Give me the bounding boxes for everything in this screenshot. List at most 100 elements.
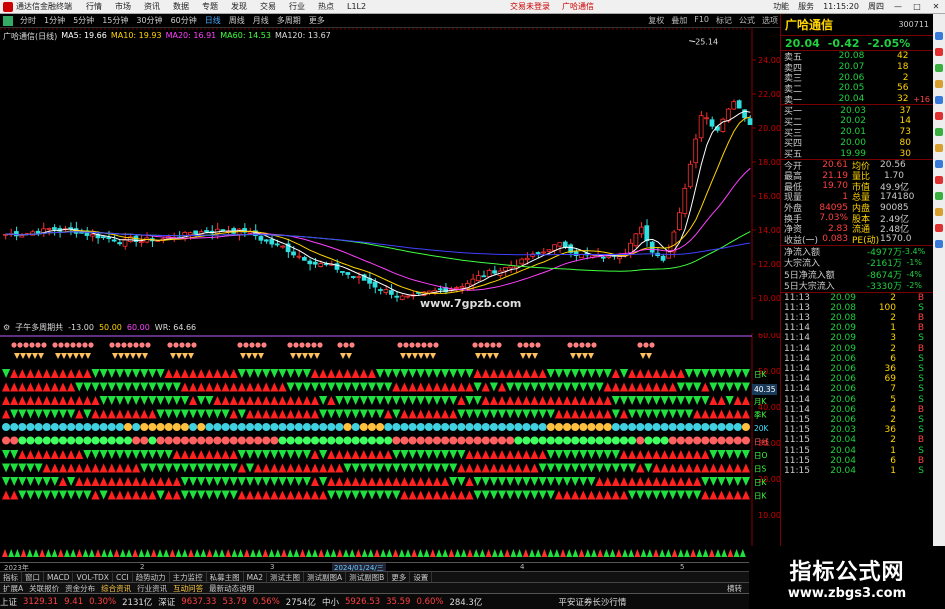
period-tab[interactable]: 5分钟	[69, 15, 98, 26]
ask-price[interactable]: 20.07	[825, 62, 865, 72]
period-tab[interactable]: 月线	[249, 15, 273, 26]
tool-button[interactable]: 叠加	[671, 15, 687, 26]
menu-item[interactable]: L1L2	[347, 2, 366, 11]
side-tool-icon[interactable]	[935, 192, 943, 200]
period-tab[interactable]: 分时	[16, 15, 40, 26]
side-tool-icon[interactable]	[935, 160, 943, 168]
gear-icon[interactable]: ⚙	[3, 323, 10, 332]
tab[interactable]: MACD	[44, 572, 74, 582]
side-tool-icon[interactable]	[935, 80, 943, 88]
ask-price[interactable]: 20.05	[825, 83, 865, 93]
tab[interactable]: 设置	[410, 572, 433, 582]
indicator-name[interactable]: 子午多周期共	[15, 322, 63, 333]
side-tool-icon[interactable]	[935, 208, 943, 216]
indicator-mark	[571, 423, 580, 431]
tab[interactable]: 测试主图	[267, 572, 305, 582]
side-tool-icon[interactable]	[935, 48, 943, 56]
tool-button[interactable]: 选项	[762, 15, 778, 26]
layout-toggle[interactable]: 横转	[724, 583, 745, 593]
tab[interactable]: 趋势动力	[133, 572, 170, 582]
menu-item[interactable]: 数据	[173, 2, 189, 11]
minimize-icon[interactable]: —	[893, 2, 903, 11]
tab[interactable]: 测试副图A	[304, 572, 347, 582]
period-tab[interactable]: 周线	[225, 15, 249, 26]
tab[interactable]: 指标	[0, 572, 22, 582]
period-tab[interactable]: 60分钟	[167, 15, 201, 26]
tab[interactable]: 资金分布	[62, 583, 98, 593]
bid-price[interactable]: 20.01	[826, 127, 866, 137]
tab[interactable]: 扩展A	[0, 583, 26, 593]
back-icon[interactable]	[3, 15, 13, 26]
tab[interactable]: 关联报价	[26, 583, 62, 593]
index-name[interactable]: 中小	[322, 596, 339, 608]
service-menu[interactable]: 服务	[798, 1, 814, 12]
bid-price[interactable]: 20.02	[826, 116, 866, 126]
stock-name[interactable]: 广哈通信	[785, 16, 833, 33]
side-tool-icon[interactable]	[935, 32, 943, 40]
tab[interactable]: 更多	[388, 572, 411, 582]
menu-item[interactable]: 发现	[231, 2, 247, 11]
bid-price[interactable]: 20.03	[826, 106, 866, 116]
tab[interactable]: 最新动态说明	[206, 583, 257, 593]
side-tool-icon[interactable]	[935, 64, 943, 72]
tab[interactable]: 测试副图B	[346, 572, 389, 582]
tool-button[interactable]: 复权	[648, 15, 664, 26]
bid-price[interactable]: 20.00	[826, 138, 866, 148]
tab[interactable]: VOL-TDX	[73, 572, 113, 582]
index-amount: 2131亿	[122, 597, 153, 608]
tab[interactable]: 主力监控	[170, 572, 207, 582]
period-tab[interactable]: 30分钟	[132, 15, 166, 26]
indicator-mark	[310, 436, 320, 445]
tab[interactable]: 私募主图	[207, 572, 244, 582]
index-name[interactable]: 上证	[0, 596, 17, 608]
ask-price[interactable]: 20.08	[825, 51, 865, 61]
tick-price: 20.06	[830, 374, 856, 385]
tab[interactable]: CCI	[113, 572, 133, 582]
ask-price[interactable]: 20.04	[825, 94, 865, 104]
function-menu[interactable]: 功能	[773, 1, 789, 12]
indicator-mark	[432, 423, 442, 431]
tool-button[interactable]: F10	[694, 15, 709, 26]
indicator-chart[interactable]: 60.0050.0040.0030.0020.0010.00日K周K月K季K20…	[0, 333, 780, 563]
maximize-icon[interactable]: □	[912, 2, 922, 11]
tab[interactable]: 互动问答	[170, 583, 206, 593]
index-name[interactable]: 深证	[158, 596, 175, 608]
menu-item[interactable]: 交易	[260, 2, 276, 11]
menu-item[interactable]: 行业	[289, 2, 305, 11]
period-tab-active[interactable]: 日线	[201, 15, 225, 26]
menu-item[interactable]: 资讯	[144, 2, 160, 11]
menu-item[interactable]: 专题	[202, 2, 218, 11]
side-tool-icon[interactable]	[935, 96, 943, 104]
ask-price[interactable]: 20.06	[825, 73, 865, 83]
side-tool-icon[interactable]	[935, 144, 943, 152]
login-status[interactable]: 交易未登录	[510, 2, 550, 11]
tab[interactable]: 窗口	[22, 572, 44, 582]
period-tab[interactable]: 15分钟	[98, 15, 132, 26]
tab[interactable]: MA2	[244, 572, 268, 582]
fund-flows: 净流入额 -4977万 -3.4% 大宗流入 -2161万 -1% 5日净流入额 -8674万…	[781, 246, 933, 293]
tab[interactable]: 综合资讯	[98, 583, 134, 593]
period-tab[interactable]: 多周期	[273, 15, 305, 26]
indicator-mark	[424, 436, 433, 445]
tick-price: 20.03	[830, 425, 856, 436]
kline-chart[interactable]: 24.00 22.00 20.00 18.00 16.00 14.00 12.00 10.00…	[0, 28, 780, 320]
side-tool-icon[interactable]	[935, 128, 943, 136]
close-icon[interactable]: ✕	[931, 2, 941, 11]
indicator-mark	[26, 423, 35, 431]
tool-button[interactable]: 标记	[716, 15, 732, 26]
period-tab[interactable]: 更多	[305, 15, 329, 26]
menu-item[interactable]: 行情	[86, 2, 102, 11]
tool-button[interactable]: 公式	[739, 15, 755, 26]
side-tool-icon[interactable]	[935, 176, 943, 184]
side-tool-icon[interactable]	[935, 112, 943, 120]
indicator-mark	[254, 436, 263, 445]
ask-volume: 2	[902, 72, 909, 83]
side-tool-icon[interactable]	[935, 240, 943, 248]
side-tool-icon[interactable]	[935, 224, 943, 232]
bid-price[interactable]: 19.99	[826, 149, 866, 159]
period-tab[interactable]: 1分钟	[40, 15, 69, 26]
menu-item[interactable]: 市场	[115, 2, 131, 11]
ask-row: 卖一 20.04 32 +16	[781, 94, 933, 106]
tab[interactable]: 行业资讯	[134, 583, 170, 593]
menu-item[interactable]: 热点	[318, 2, 334, 11]
